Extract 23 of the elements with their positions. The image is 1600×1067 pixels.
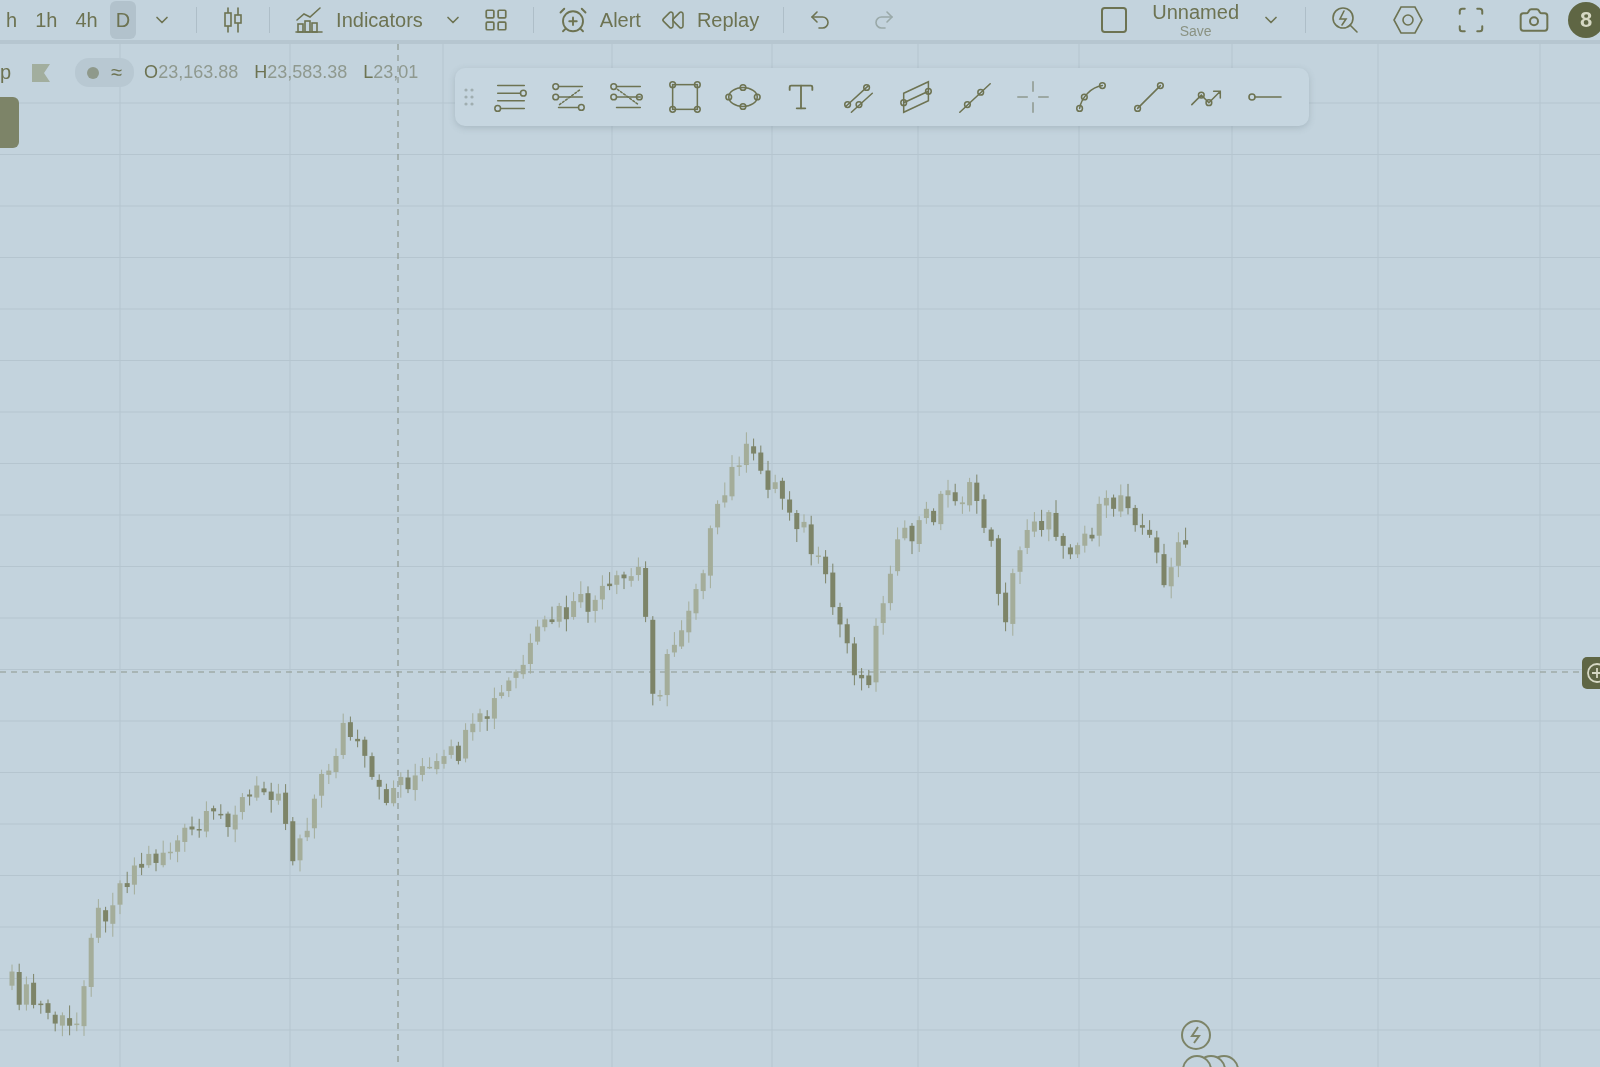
dot-icon (87, 66, 100, 79)
replay-button[interactable]: Replay (650, 8, 770, 32)
rewind-icon (660, 8, 685, 32)
ohlc-value: O23,163.88 (144, 62, 239, 83)
ohlc-value: L23,01 (363, 62, 419, 83)
interval-button[interactable]: h (0, 1, 24, 39)
ohlc-value: H23,583.38 (254, 62, 348, 83)
interval-button[interactable]: 4h (69, 1, 104, 39)
rectangle-tool-icon (666, 78, 704, 116)
visibility-toggle[interactable]: ≈ (75, 58, 135, 87)
notification-badge[interactable]: 8 (1568, 2, 1600, 38)
alert-button[interactable]: Alert (547, 5, 651, 35)
crosshair-tool-icon (1014, 78, 1052, 116)
bar-chart-icon (294, 6, 325, 34)
indicators-button[interactable]: Indicators (284, 6, 433, 34)
drag-handle-icon[interactable] (463, 87, 475, 107)
interval-button[interactable]: D (109, 1, 137, 39)
interval-button[interactable]: 1h (29, 1, 64, 39)
symbol-label: p (0, 61, 12, 84)
lightning-icon[interactable] (1180, 1019, 1212, 1051)
alarm-clock-icon (557, 5, 588, 35)
layout-name-button[interactable]: Unnamed Save (1152, 2, 1239, 38)
horizontal-ray-tool-icon (1247, 92, 1283, 102)
